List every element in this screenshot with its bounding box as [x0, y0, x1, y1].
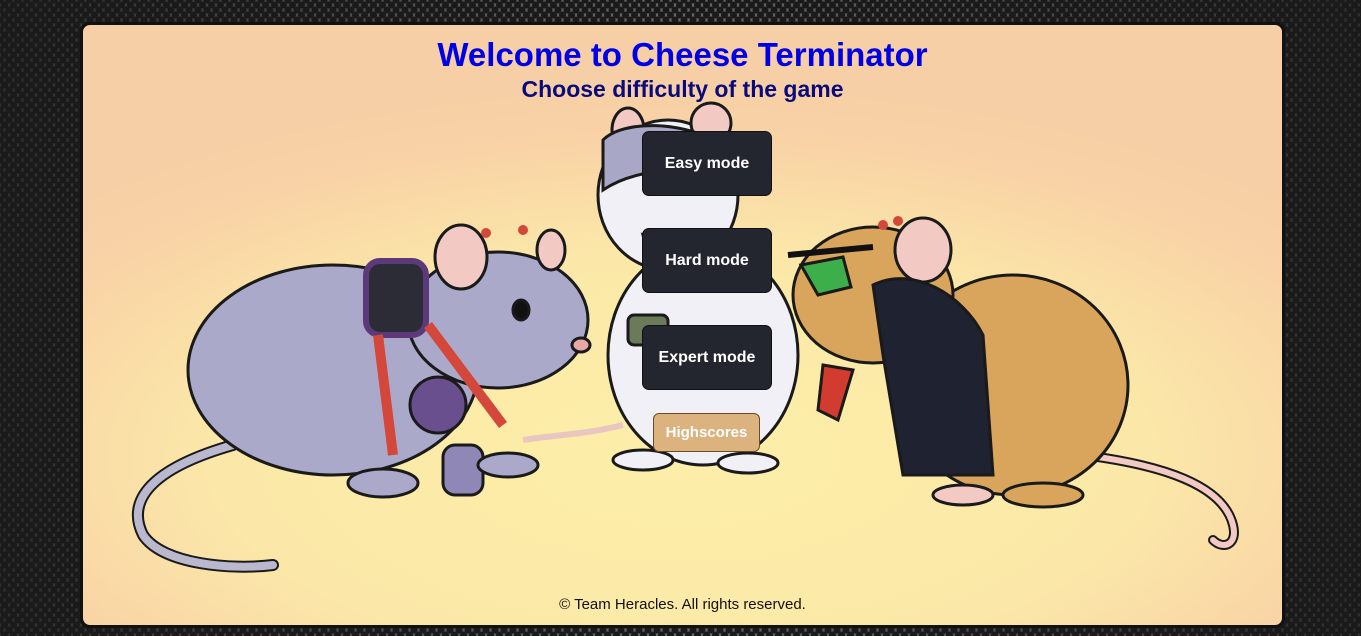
grey-rat — [131, 223, 592, 573]
easy-mode-button[interactable]: Easy mode — [642, 131, 772, 196]
page-title: Welcome to Cheese Terminator — [437, 36, 928, 73]
brown-rat — [787, 216, 1239, 550]
hard-mode-button[interactable]: Hard mode — [642, 228, 772, 293]
highscores-button[interactable]: Highscores — [653, 413, 760, 452]
page-subtitle: Choose difficulty of the game — [521, 76, 844, 102]
expert-mode-button[interactable]: Expert mode — [642, 325, 772, 390]
footer-copyright: © Team Heracles. All rights reserved. — [559, 596, 806, 613]
main-panel: Welcome to Cheese Terminator Choose diff… — [80, 22, 1285, 628]
